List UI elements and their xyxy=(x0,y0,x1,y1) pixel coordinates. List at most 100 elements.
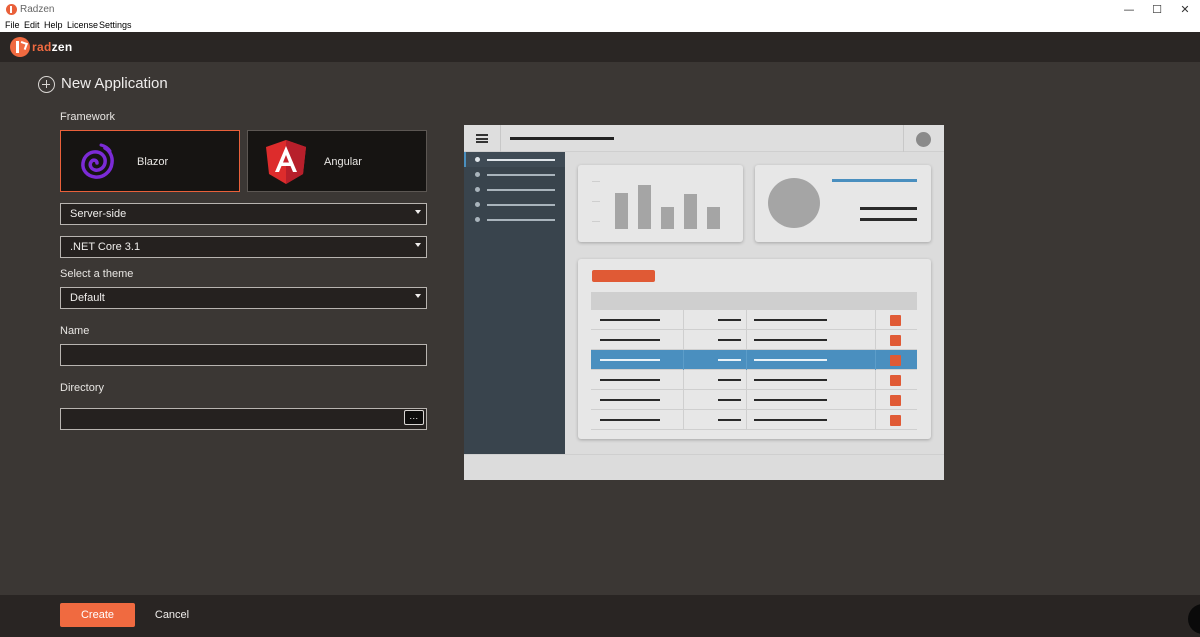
preview-text-line xyxy=(860,218,917,221)
preview-table-row xyxy=(591,390,917,410)
preview-button-shape xyxy=(592,270,655,282)
preview-chart-card xyxy=(578,165,743,242)
preview-header xyxy=(464,125,944,152)
preview-cell-divider xyxy=(683,310,684,330)
preview-header-divider xyxy=(903,125,904,152)
preview-cell-line xyxy=(600,399,660,401)
preview-action-square xyxy=(890,395,901,406)
name-label: Name xyxy=(60,325,90,337)
blazor-logo-icon xyxy=(81,143,114,179)
chevron-down-icon xyxy=(415,210,421,214)
preview-cell-divider xyxy=(875,390,876,410)
preview-cell-divider xyxy=(683,390,684,410)
brand-name-rest: zen xyxy=(51,40,73,54)
preview-sidebar-line xyxy=(487,159,555,161)
preview-cell-divider xyxy=(746,370,747,390)
browse-directory-button[interactable]: ... xyxy=(404,410,424,425)
preview-cell-divider xyxy=(683,370,684,390)
directory-label: Directory xyxy=(60,382,105,394)
preview-cell-divider xyxy=(746,410,747,430)
preview-cell-line xyxy=(754,319,827,321)
preview-cell-line xyxy=(600,339,660,341)
hosting-model-value: Server-side xyxy=(70,208,127,220)
menu-help[interactable]: Help xyxy=(44,20,63,30)
theme-preview xyxy=(464,125,944,480)
preview-table-row xyxy=(591,370,917,390)
hosting-model-select[interactable]: Server-side xyxy=(60,203,427,225)
preview-sidebar-item xyxy=(464,152,565,167)
preview-cell-line xyxy=(600,379,660,381)
preview-cell-line xyxy=(600,319,660,321)
preview-sidebar xyxy=(464,152,565,454)
close-icon[interactable]: ✕ xyxy=(1170,0,1200,19)
preview-sidebar-dot xyxy=(475,187,480,192)
preview-blue-line xyxy=(832,179,917,182)
preview-action-square xyxy=(890,355,901,366)
preview-cell-line xyxy=(754,399,827,401)
preview-cell-divider xyxy=(683,330,684,350)
preview-cell-divider xyxy=(746,390,747,410)
brand-name-accent: rad xyxy=(32,40,52,54)
preview-sidebar-dot xyxy=(475,217,480,222)
preview-table-header xyxy=(591,292,917,310)
preview-cell-divider xyxy=(875,330,876,350)
preview-chart-bar xyxy=(661,207,674,229)
preview-cell-line xyxy=(754,379,827,381)
preview-table-row xyxy=(591,410,917,430)
framework-label: Framework xyxy=(60,111,116,123)
preview-action-square xyxy=(890,315,901,326)
preview-pie-card xyxy=(755,165,931,242)
menu-settings[interactable]: Settings xyxy=(99,20,132,30)
preview-footer xyxy=(464,454,944,480)
preview-gridline xyxy=(592,181,600,182)
brand-name: radzen xyxy=(32,40,72,54)
framework-option-blazor[interactable]: Blazor xyxy=(60,130,240,192)
menu-file[interactable]: File xyxy=(5,20,20,30)
preview-header-divider xyxy=(500,125,501,152)
name-input[interactable] xyxy=(60,344,427,366)
preview-cell-line xyxy=(600,419,660,421)
preview-sidebar-item xyxy=(464,212,565,227)
preview-cell-divider xyxy=(683,350,684,370)
menu-edit[interactable]: Edit xyxy=(24,20,40,30)
maximize-icon[interactable]: ☐ xyxy=(1142,0,1172,19)
cancel-button[interactable]: Cancel xyxy=(147,603,197,627)
theme-label: Select a theme xyxy=(60,268,134,280)
preview-gridline xyxy=(592,221,600,222)
directory-input[interactable] xyxy=(60,408,427,430)
preview-cell-line xyxy=(600,359,660,361)
framework-name-angular: Angular xyxy=(324,156,362,168)
preview-text-line xyxy=(860,207,917,210)
window-title-bar: Radzen — ☐ ✕ xyxy=(0,0,1200,19)
dotnet-version-value: .NET Core 3.1 xyxy=(70,241,141,253)
preview-cell-divider xyxy=(746,310,747,330)
framework-option-angular[interactable]: Angular xyxy=(247,130,427,192)
theme-select[interactable]: Default xyxy=(60,287,427,309)
window-title: Radzen xyxy=(20,4,55,15)
preview-chart-bar xyxy=(707,207,720,229)
theme-value: Default xyxy=(70,292,105,304)
preview-sidebar-dot xyxy=(475,172,480,177)
preview-cell-line xyxy=(718,419,741,421)
preview-cell-line xyxy=(754,339,827,341)
preview-pie-shape xyxy=(768,178,820,228)
page-title-text: New Application xyxy=(61,75,168,92)
menu-license[interactable]: License xyxy=(67,20,98,30)
preview-sidebar-line xyxy=(487,174,555,176)
preview-sidebar-item xyxy=(464,167,565,182)
preview-cell-line xyxy=(754,419,827,421)
minimize-icon[interactable]: — xyxy=(1114,0,1144,19)
hamburger-icon xyxy=(476,134,488,143)
create-button[interactable]: Create xyxy=(60,603,135,627)
preview-sidebar-dot xyxy=(475,157,480,162)
framework-name-blazor: Blazor xyxy=(137,156,169,168)
angular-logo-icon xyxy=(266,140,306,184)
dotnet-version-select[interactable]: .NET Core 3.1 xyxy=(60,236,427,258)
preview-cell-line xyxy=(718,339,741,341)
preview-table-row xyxy=(591,310,917,330)
preview-cell-divider xyxy=(746,330,747,350)
preview-cell-divider xyxy=(875,350,876,370)
preview-chart-bar xyxy=(638,185,651,229)
preview-cell-line xyxy=(718,399,741,401)
preview-sidebar-line xyxy=(487,189,555,191)
